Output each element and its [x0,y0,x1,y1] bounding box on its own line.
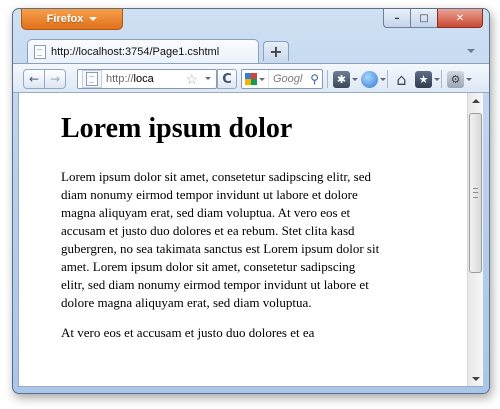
chevron-down-icon [259,77,265,81]
google-icon [245,73,257,85]
toolbar-separator [327,70,328,88]
site-identity-button[interactable] [82,70,102,88]
chevron-down-icon [380,77,386,81]
globe-button[interactable] [361,68,386,90]
page-heading: Lorem ipsum dolor [61,113,293,144]
article: Lorem ipsum dolor Lorem ipsum dolor sit … [61,93,381,342]
search-placeholder: Googl [273,73,303,85]
grip-icon [473,188,478,198]
page-icon [34,44,46,59]
url-host-text: http:// [106,73,134,85]
bookmarks-icon: ★ [415,70,432,88]
maximize-button[interactable]: □ [410,9,437,28]
chevron-down-icon [466,77,472,81]
home-button[interactable]: ⌂ [393,68,410,90]
firefox-menu-button[interactable]: Firefox [21,9,123,30]
url-path-text: loca [133,73,154,85]
home-icon: ⌂ [396,69,407,89]
window-controls: – □ ✕ [383,9,483,28]
minimize-button[interactable]: – [383,9,410,28]
search-engine-button[interactable] [242,70,269,88]
navigation-toolbar: ← → http://loca ☆ C Googl ⚲ ✱ ⌂ ★ ⚙ [13,63,489,93]
tab-strip: http://localhost:3754/Page1.cshtml + [13,37,489,63]
paragraph-2: At vero eos et accusam et justo duo dolo… [61,325,315,340]
url-bar[interactable]: http://loca ☆ [77,69,217,89]
reload-button[interactable]: C [217,69,237,89]
chevron-down-icon [434,77,440,81]
scroll-up-arrow-icon[interactable] [472,99,480,103]
addon-bar-button[interactable]: ✱ [333,68,358,90]
extension-icon: ⚙ [447,70,464,88]
search-icon[interactable]: ⚲ [310,72,319,86]
globe-icon [361,70,378,88]
back-button[interactable]: ← [23,69,45,89]
new-tab-button[interactable]: + [263,41,289,61]
search-bar[interactable]: Googl ⚲ [241,69,323,89]
tab-title: http://localhost:3754/Page1.cshtml [51,45,220,58]
scroll-down-arrow-icon[interactable] [472,377,480,381]
firefox-menu-label: Firefox [46,13,84,25]
toolbar-separator [441,70,442,88]
chevron-down-icon [352,77,358,81]
toolbar-separator [387,70,388,88]
url-history-dropdown-icon[interactable] [205,77,211,80]
tab-page1[interactable]: http://localhost:3754/Page1.cshtml [27,39,259,63]
paragraph-1: Lorem ipsum dolor sit amet, consetetur s… [61,169,380,310]
scrollbar-thumb[interactable] [469,113,482,273]
bookmark-star-icon[interactable]: ☆ [185,71,198,88]
bookmarks-button[interactable]: ★ [415,68,440,90]
close-button[interactable]: ✕ [437,9,483,28]
list-all-tabs-icon[interactable] [467,49,475,53]
browser-window: Firefox – □ ✕ http://localhost:3754/Page… [12,8,490,394]
forward-button[interactable]: → [44,69,66,89]
page-icon [86,72,98,86]
chevron-down-icon [89,17,98,21]
extension-button[interactable]: ⚙ [447,68,472,90]
page-content: Lorem ipsum dolor Lorem ipsum dolor sit … [18,93,483,387]
vertical-scrollbar[interactable] [467,93,483,386]
addon-bar-icon: ✱ [333,70,350,88]
